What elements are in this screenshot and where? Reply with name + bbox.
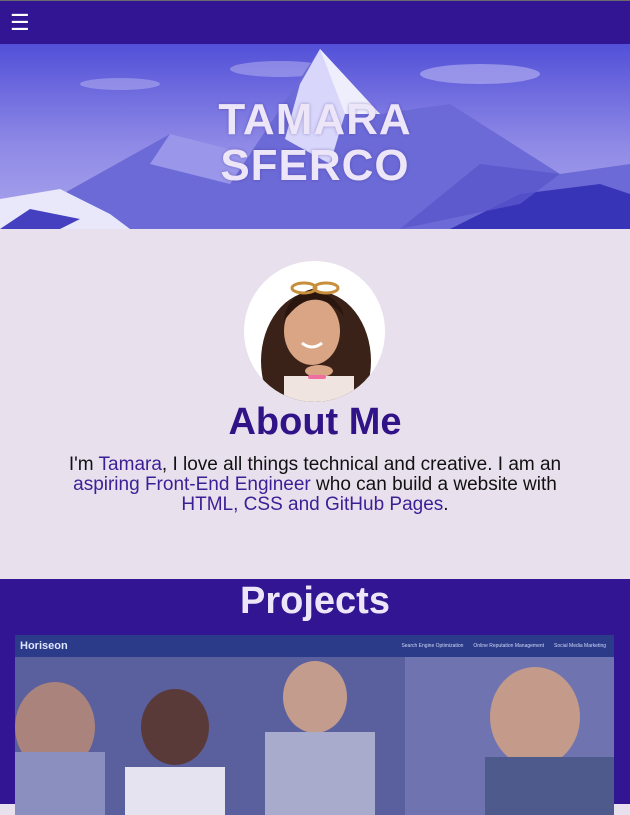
project-preview-link: Social Media Marketing bbox=[554, 643, 606, 649]
about-paragraph: I'm Tamara, I love all things technical … bbox=[50, 455, 580, 515]
project-card-horiseon[interactable]: Horiseon Search Engine Optimization Onli… bbox=[15, 635, 614, 815]
name-highlight: Tamara bbox=[98, 454, 162, 475]
hero-title-last-name: SFERCO bbox=[220, 141, 410, 190]
hero-title: TAMARA SFERCO bbox=[0, 97, 630, 189]
projects-section: Projects Horiseon Search Engine Optimiza… bbox=[0, 579, 630, 815]
hamburger-menu-icon[interactable]: ☰ bbox=[10, 11, 30, 34]
project-preview-nav: Horiseon Search Engine Optimization Onli… bbox=[15, 635, 614, 657]
about-text-segment: I'm bbox=[68, 454, 99, 475]
about-heading: About Me bbox=[228, 401, 402, 443]
project-preview-link: Online Reputation Management bbox=[473, 643, 545, 649]
about-text-segment: , I love all things technical and creati… bbox=[161, 454, 562, 475]
project-preview-link: Search Engine Optimization bbox=[401, 643, 464, 649]
projects-heading: Projects bbox=[240, 580, 390, 622]
role-highlight: aspiring Front-End Engineer bbox=[73, 474, 311, 495]
profile-avatar bbox=[244, 261, 385, 402]
project-preview-image bbox=[15, 657, 614, 815]
about-text-segment: who can build a website with bbox=[310, 474, 557, 495]
hero-title-first-name: TAMARA bbox=[218, 95, 412, 144]
hero-banner: TAMARA SFERCO bbox=[0, 44, 630, 229]
profile-photo bbox=[261, 281, 371, 402]
top-nav-bar: ☰ bbox=[0, 0, 630, 44]
about-text-segment: . bbox=[443, 494, 449, 515]
about-section: About Me I'm Tamara, I love all things t… bbox=[0, 229, 630, 579]
skills-highlight: HTML, CSS and GitHub Pages bbox=[181, 494, 444, 515]
project-preview-links: Search Engine Optimization Online Reputa… bbox=[401, 643, 606, 649]
project-logo: Horiseon bbox=[20, 640, 68, 652]
